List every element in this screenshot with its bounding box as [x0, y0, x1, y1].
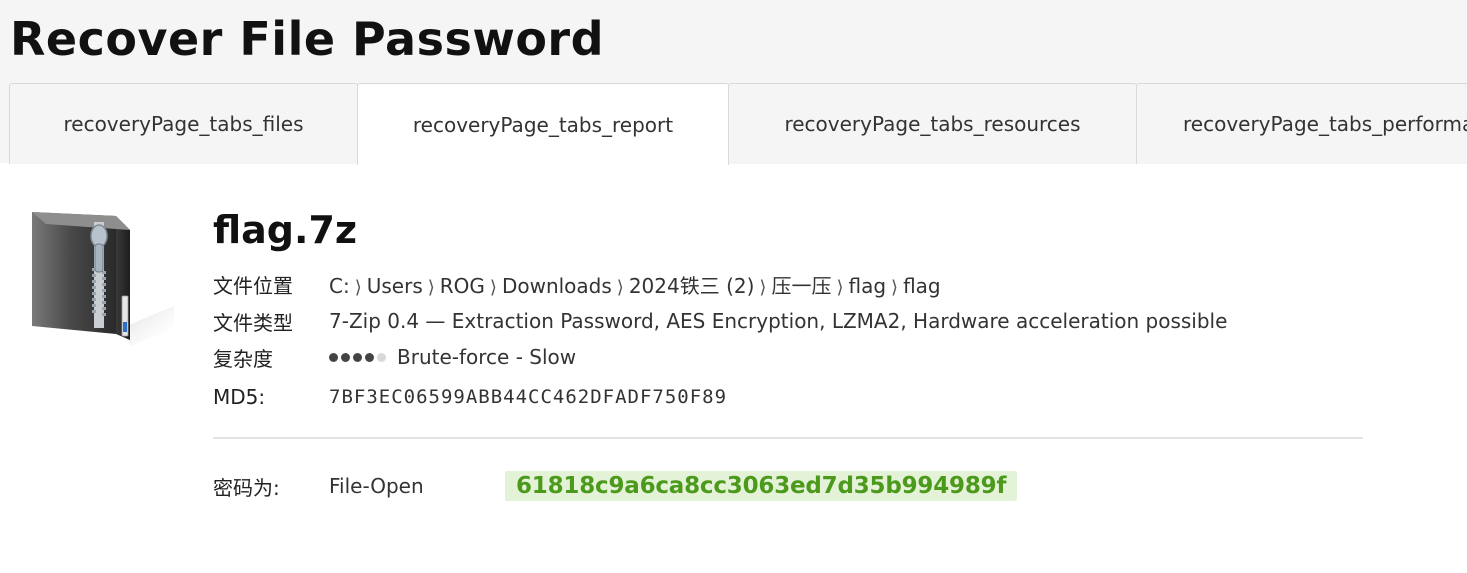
rating-dot-filled — [341, 352, 350, 362]
path-segment[interactable]: flag — [903, 274, 941, 298]
chevron-right-icon: ⟩ — [616, 276, 624, 298]
chevron-right-icon: ⟩ — [489, 276, 497, 298]
rating-dot-empty — [377, 352, 386, 362]
complexity-rating — [329, 352, 389, 362]
file-location-row: 文件位置 C: ⟩ Users ⟩ ROG ⟩ Downloads ⟩ 2024铁三 (2) ⟩ 压… — [213, 269, 941, 299]
md5-value[interactable]: 7BF3EC06599ABB44CC462DFADF750F89 — [329, 386, 727, 408]
page-title: Recover File Password — [10, 12, 605, 66]
file-type-label: 文件类型 — [213, 310, 293, 335]
rating-dot-filled — [329, 352, 338, 362]
path-segment[interactable]: C: — [329, 274, 350, 298]
file-location-path: C: ⟩ Users ⟩ ROG ⟩ Downloads ⟩ 2024铁三 (2) ⟩ 压一压 ⟩ fl… — [329, 270, 941, 299]
tab-performance[interactable]: recoveryPage_tabs_performance — [1136, 83, 1467, 164]
chevron-right-icon: ⟩ — [759, 276, 767, 298]
md5-row: MD5: 7BF3EC06599ABB44CC462DFADF750F89 — [213, 382, 727, 412]
recover-file-password-page: Recover File Password recoveryPage_tabs_… — [0, 0, 1467, 573]
chevron-right-icon: ⟩ — [891, 276, 899, 298]
path-segment[interactable]: flag — [848, 274, 886, 298]
md5-label: MD5: — [213, 385, 266, 409]
recovery-method: File-Open — [329, 474, 424, 498]
password-label: 密码为: — [213, 475, 280, 500]
path-segment[interactable]: 压一压 — [771, 274, 831, 298]
chevron-right-icon: ⟩ — [836, 276, 844, 298]
zip-archive-icon — [26, 208, 176, 348]
password-result-row: 密码为: File-Open 61818c9a6ca8cc3063ed7d35b… — [213, 469, 1018, 503]
complexity-row: 复杂度 Brute-force - Slow — [213, 342, 576, 372]
report-panel: flag.7z 文件位置 C: ⟩ Users ⟩ ROG ⟩ Downloads ⟩ 2024… — [0, 164, 1467, 573]
divider — [213, 437, 1363, 439]
tab-files[interactable]: recoveryPage_tabs_files — [9, 83, 358, 164]
path-segment[interactable]: ROG — [440, 274, 485, 298]
chevron-right-icon: ⟩ — [427, 276, 435, 298]
tab-bar: recoveryPage_tabs_files recoveryPage_tab… — [9, 83, 1467, 165]
file-type-value: 7-Zip 0.4 — Extraction Password, AES Enc… — [329, 309, 1228, 333]
path-segment[interactable]: 2024铁三 (2) — [629, 274, 755, 298]
file-location-label: 文件位置 — [213, 273, 293, 298]
recovered-password[interactable]: 61818c9a6ca8cc3063ed7d35b994989f — [505, 471, 1018, 501]
rating-dot-filled — [353, 352, 362, 362]
file-type-row: 文件类型 7-Zip 0.4 — Extraction Password, AE… — [213, 306, 1227, 336]
chevron-right-icon: ⟩ — [354, 276, 362, 298]
path-segment[interactable]: Downloads — [502, 274, 612, 298]
tab-resources[interactable]: recoveryPage_tabs_resources — [728, 83, 1137, 164]
complexity-label: 复杂度 — [213, 346, 273, 371]
tab-report[interactable]: recoveryPage_tabs_report — [357, 83, 729, 165]
path-segment[interactable]: Users — [367, 274, 423, 298]
complexity-text: Brute-force - Slow — [397, 345, 577, 369]
header-area: Recover File Password recoveryPage_tabs_… — [0, 0, 1467, 165]
rating-dot-filled — [365, 352, 374, 362]
file-name: flag.7z — [213, 208, 358, 252]
